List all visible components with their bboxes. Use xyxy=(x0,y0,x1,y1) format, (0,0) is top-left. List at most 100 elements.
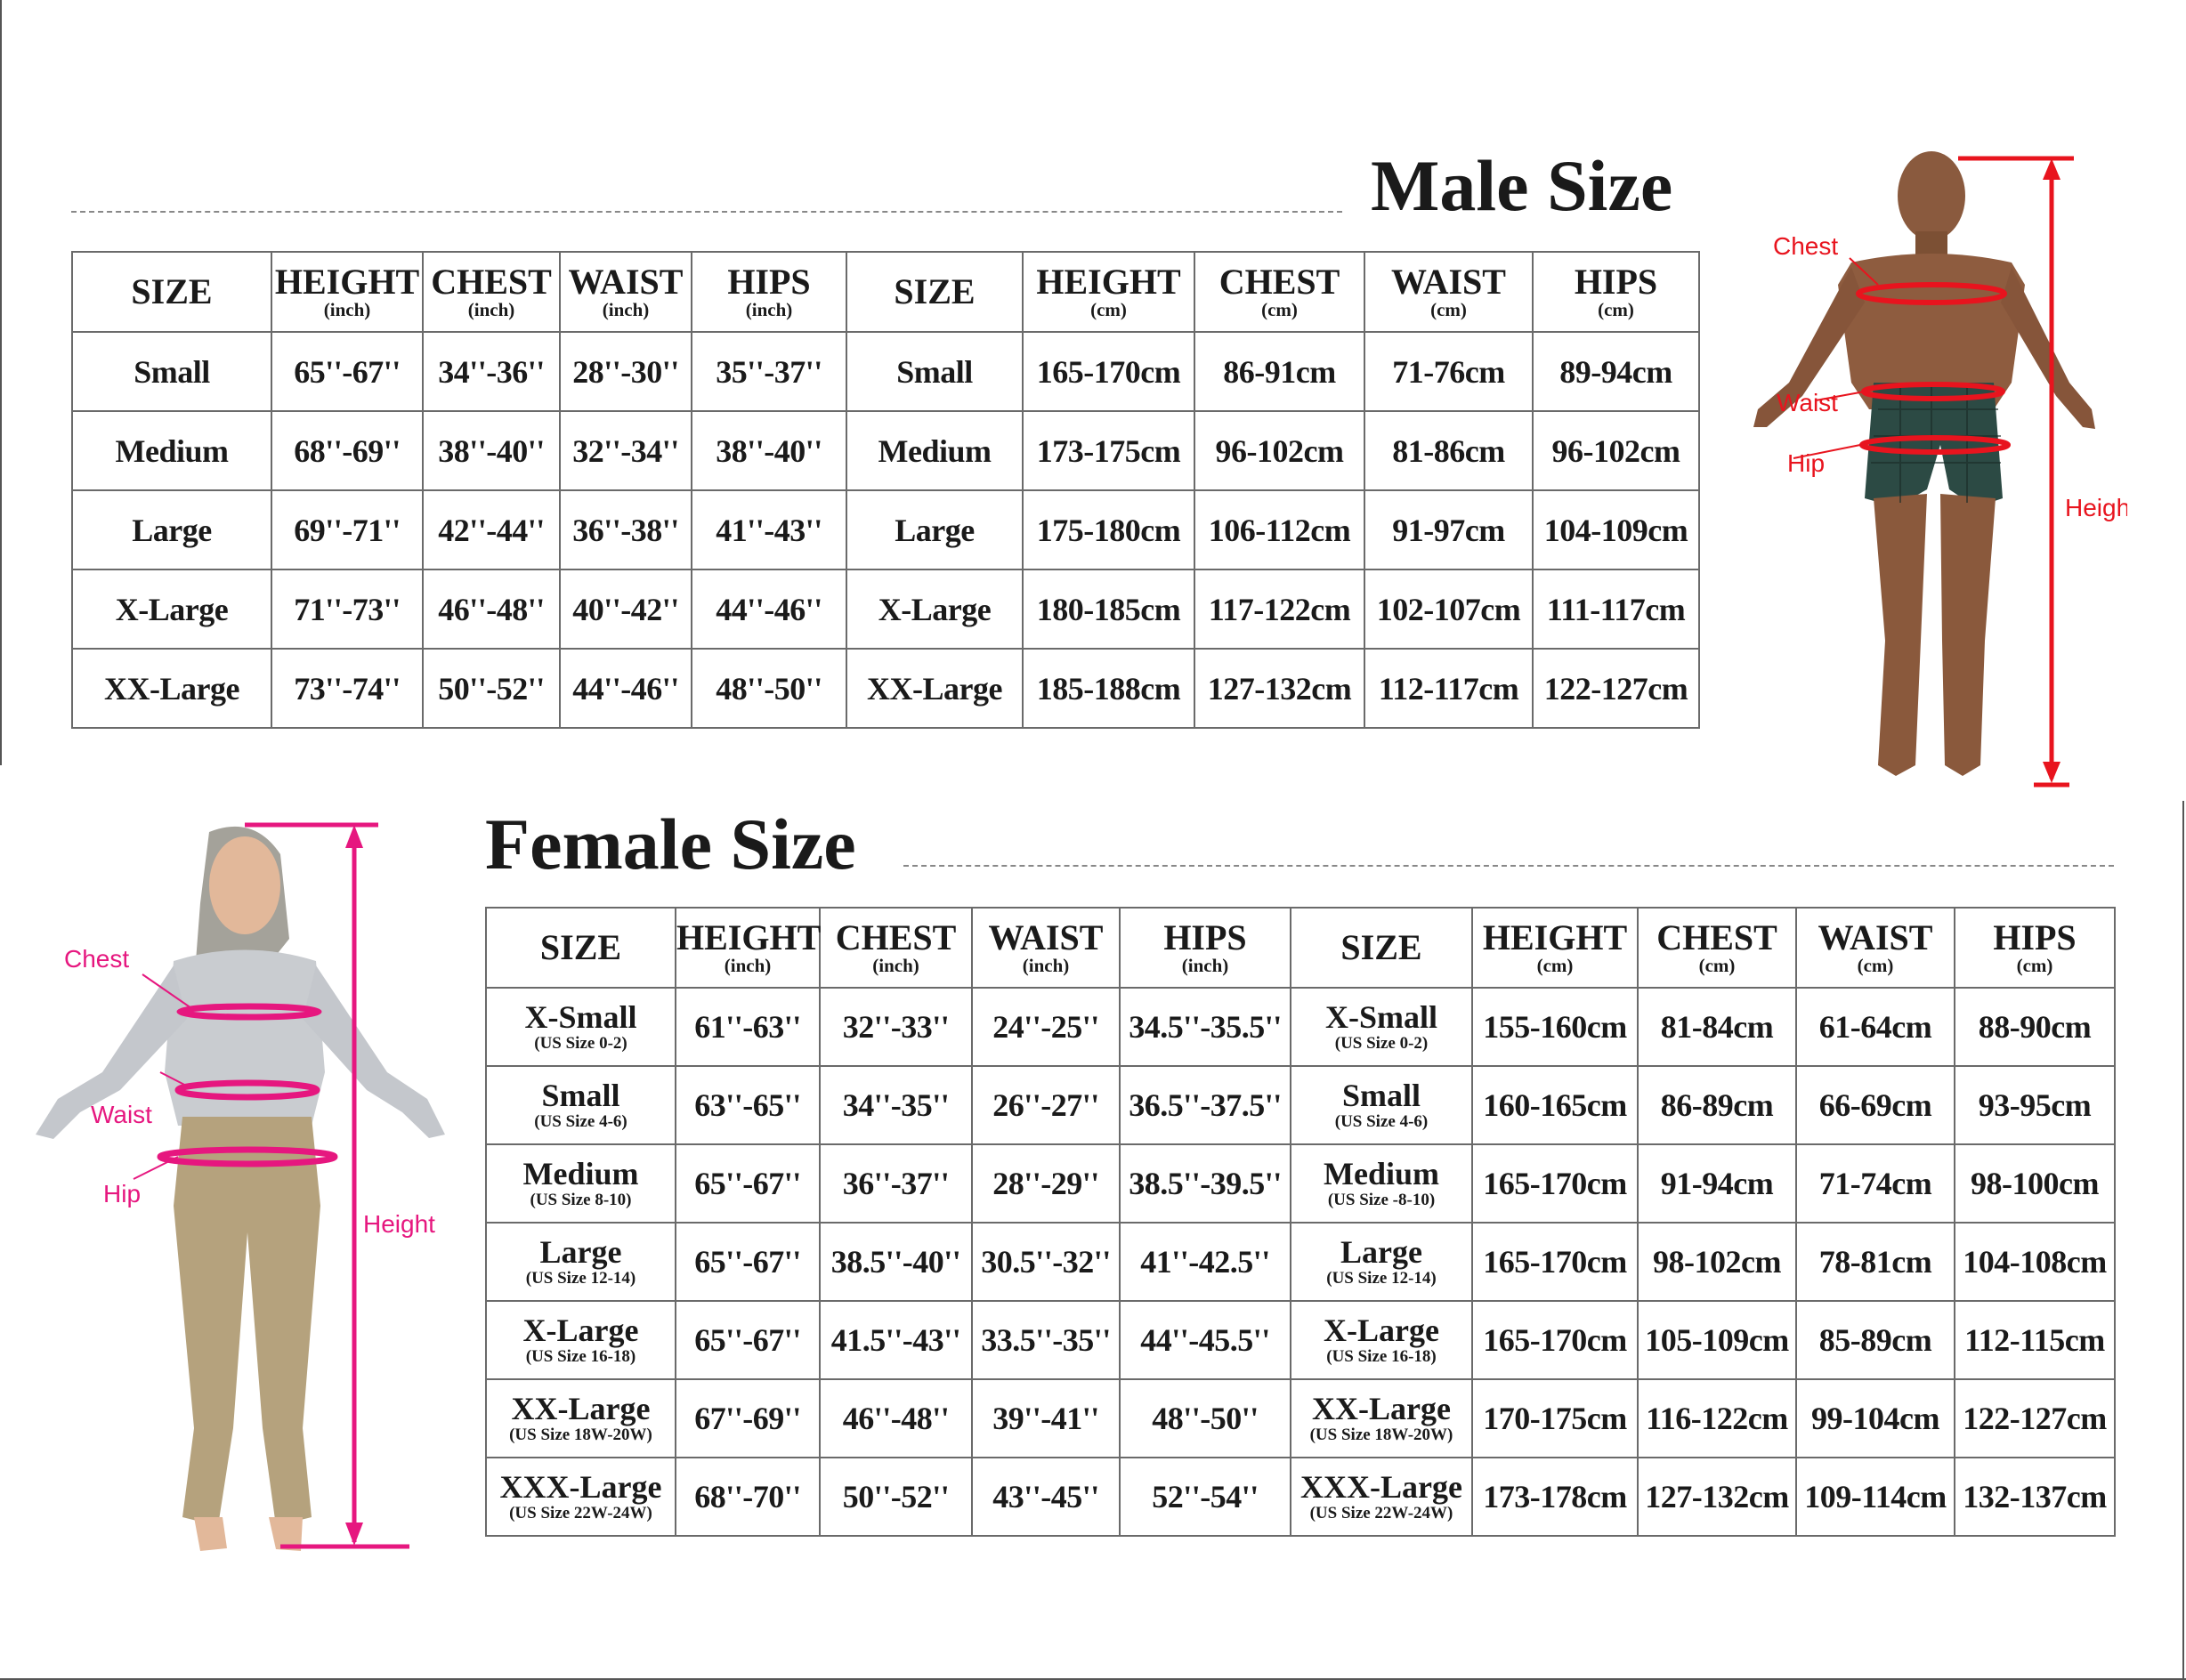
cell-value: 185-188cm xyxy=(1036,670,1181,707)
male-header-cell: SIZE xyxy=(71,251,272,333)
cell-value: 36''-38'' xyxy=(572,512,679,548)
cell-value: 32''-34'' xyxy=(572,432,679,469)
table-row: Medium (US Size 8-10) 65''-67'' 36''-37'' 28… xyxy=(485,1143,2116,1224)
male-cell-hips-in: 44''-46'' xyxy=(691,569,847,650)
cell-value: 96-102cm xyxy=(1215,432,1344,469)
male-height-arrow-bottom xyxy=(2043,762,2061,783)
female-cell-height-in: 65''-67'' xyxy=(675,1143,821,1224)
cell-value: 28''-29'' xyxy=(992,1166,1099,1201)
male-header-unit: (cm) xyxy=(1090,299,1127,320)
female-header-unit: (cm) xyxy=(2016,955,2053,976)
male-cell-waist-cm: 91-97cm xyxy=(1364,489,1534,570)
cell-value: 71''-73'' xyxy=(294,591,401,627)
male-height-label: Height xyxy=(2065,494,2127,521)
female-cell-size: XXX-Large (US Size 22W-24W) xyxy=(485,1457,676,1537)
male-cell-waist-cm: 112-117cm xyxy=(1364,648,1534,729)
female-cell-chest-cm: 81-84cm xyxy=(1637,987,1797,1067)
cell-value: 111-117cm xyxy=(1546,591,1686,627)
cell-value: 63''-65'' xyxy=(694,1087,801,1123)
male-cell-chest-in: 46''-48'' xyxy=(422,569,561,650)
cell-value: 175-180cm xyxy=(1036,512,1181,548)
female-cell-hips-cm: 112-115cm xyxy=(1954,1300,2116,1380)
cell-value: 170-175cm xyxy=(1483,1401,1627,1436)
cell-value: 86-91cm xyxy=(1223,353,1336,390)
cell-value: 104-108cm xyxy=(1963,1244,2107,1280)
female-header-label: CHEST xyxy=(1656,917,1777,957)
cell-value: 46''-48'' xyxy=(438,591,545,627)
size-name: Medium xyxy=(1324,1156,1439,1191)
female-header-cell: HIPS (cm) xyxy=(1954,907,2116,989)
female-cell-size: Medium (US Size 8-10) xyxy=(485,1143,676,1224)
female-cell-height-in: 61''-63'' xyxy=(675,987,821,1067)
size-name: XX-Large xyxy=(511,1391,651,1426)
female-cell-size: X-Small (US Size 0-2) xyxy=(485,987,676,1067)
female-waist-label: Waist xyxy=(91,1101,152,1128)
cell-value: 85-89cm xyxy=(1818,1322,1932,1358)
cell-value: 48''-50'' xyxy=(716,670,822,707)
cell-value: 46''-48'' xyxy=(842,1401,950,1436)
male-title-divider xyxy=(71,211,1342,213)
cell-value: 122-127cm xyxy=(1963,1401,2107,1436)
female-cell-hips-cm: 88-90cm xyxy=(1954,987,2116,1067)
female-cell-size2: X-Large (US Size 16-18) xyxy=(1290,1300,1473,1380)
male-cell-hips-cm: 111-117cm xyxy=(1532,569,1700,650)
female-table-body: SIZE HEIGHT (inch) CHEST (inch) WAIST (inch) HI… xyxy=(485,907,2116,1537)
male-header-label: HIPS xyxy=(727,262,811,302)
female-cell-waist-in: 28''-29'' xyxy=(971,1143,1121,1224)
female-header-row: SIZE HEIGHT (inch) CHEST (inch) WAIST (inch) HI… xyxy=(485,907,2116,989)
male-section-title: Male Size xyxy=(1371,145,1673,226)
male-cell-waist-in: 40''-42'' xyxy=(559,569,692,650)
cell-value: 61-64cm xyxy=(1818,1009,1932,1045)
male-cell-hips-in: 41''-43'' xyxy=(691,489,847,570)
female-cell-chest-in: 46''-48'' xyxy=(819,1378,973,1458)
male-header-unit: (cm) xyxy=(1598,299,1634,320)
cell-value: 36.5''-37.5'' xyxy=(1129,1087,1282,1123)
us-size-note: (US Size 18W-20W) xyxy=(1309,1426,1453,1444)
female-height-arrow-bottom xyxy=(345,1522,363,1546)
cell-value: 102-107cm xyxy=(1376,591,1521,627)
female-height-label: Height xyxy=(363,1210,435,1238)
us-size-note: (US Size 22W-24W) xyxy=(1309,1504,1453,1522)
cell-value: 106-112cm xyxy=(1208,512,1351,548)
cell-value: XX-Large xyxy=(104,670,239,707)
female-cell-height-cm: 173-178cm xyxy=(1471,1457,1639,1537)
female-cell-height-cm: 165-170cm xyxy=(1471,1143,1639,1224)
male-cell-chest-in: 50''-52'' xyxy=(422,648,561,729)
male-cell-size2: Small xyxy=(846,331,1024,412)
cell-value: Large xyxy=(895,512,975,548)
cell-value: 24''-25'' xyxy=(992,1009,1099,1045)
cell-value: 50''-52'' xyxy=(438,670,545,707)
male-header-cell: HEIGHT (inch) xyxy=(271,251,424,333)
female-cell-hips-in: 52''-54'' xyxy=(1119,1457,1291,1537)
female-header-label: HEIGHT xyxy=(676,917,822,957)
cell-value: 36''-37'' xyxy=(842,1166,950,1201)
female-header-label: HEIGHT xyxy=(1482,917,1628,957)
cell-value: 39''-41'' xyxy=(992,1401,1099,1436)
male-chest-label: Chest xyxy=(1773,232,1838,260)
female-cell-height-cm: 160-165cm xyxy=(1471,1065,1639,1145)
female-cell-hips-in: 36.5''-37.5'' xyxy=(1119,1065,1291,1145)
female-header-label: WAIST xyxy=(1818,917,1933,957)
cell-value: X-Large xyxy=(878,591,992,627)
female-cell-waist-cm: 85-89cm xyxy=(1795,1300,1955,1380)
female-cell-hips-cm: 122-127cm xyxy=(1954,1378,2116,1458)
female-cell-hips-in: 48''-50'' xyxy=(1119,1378,1291,1458)
cell-value: 52''-54'' xyxy=(1152,1479,1259,1514)
cell-value: 66-69cm xyxy=(1818,1087,1932,1123)
size-name: Large xyxy=(539,1234,622,1270)
female-cell-height-cm: 165-170cm xyxy=(1471,1222,1639,1302)
female-cell-height-cm: 155-160cm xyxy=(1471,987,1639,1067)
male-header-unit: (cm) xyxy=(1430,299,1467,320)
female-cell-waist-in: 30.5''-32'' xyxy=(971,1222,1121,1302)
cell-value: 81-86cm xyxy=(1392,432,1505,469)
cell-value: 33.5''-35'' xyxy=(981,1322,1111,1358)
female-cell-chest-cm: 91-94cm xyxy=(1637,1143,1797,1224)
cell-value: 65''-67'' xyxy=(694,1166,801,1201)
table-row: X-Large (US Size 16-18) 65''-67'' 41.5''-43… xyxy=(485,1300,2116,1380)
female-cell-waist-cm: 78-81cm xyxy=(1795,1222,1955,1302)
cell-value: 38''-40'' xyxy=(438,432,545,469)
male-cell-chest-in: 38''-40'' xyxy=(422,410,561,491)
cell-value: 65''-67'' xyxy=(694,1322,801,1358)
female-header-cell: CHEST (cm) xyxy=(1637,907,1797,989)
cell-value: 73''-74'' xyxy=(294,670,401,707)
